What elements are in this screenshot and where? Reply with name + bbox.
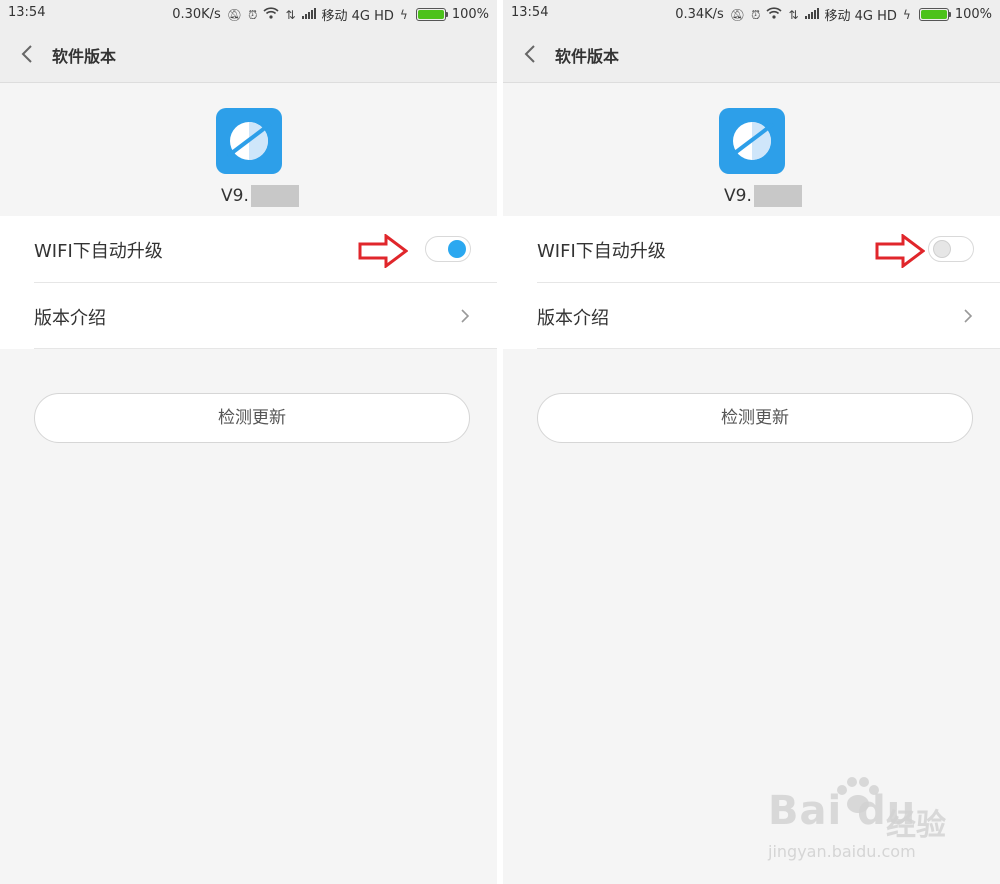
- title-bar: 软件版本: [0, 26, 497, 83]
- status-bar: 13:54 0.30K/s 🔕︎ ⏰︎ ⇅ 移动 4G HD ϟ 100%: [0, 0, 497, 26]
- wifi-auto-update-toggle[interactable]: [425, 236, 471, 262]
- carrier-label: 移动 4G HD: [321, 9, 394, 24]
- settings-list: WIFI下自动升级 版本介绍: [503, 216, 1000, 349]
- mute-icon: 🔕︎: [226, 7, 243, 22]
- charging-icon: ϟ: [902, 7, 911, 22]
- wifi-auto-update-label: WIFI下自动升级: [34, 241, 163, 262]
- mute-icon: 🔕︎: [729, 7, 746, 22]
- app-icon: [216, 108, 282, 174]
- network-speed: 0.34K/s: [675, 7, 724, 22]
- battery-icon: [918, 8, 951, 21]
- back-button[interactable]: [14, 40, 42, 68]
- data-transfer-icon: ⇅: [285, 7, 296, 22]
- carrier-label: 移动 4G HD: [824, 9, 897, 24]
- battery-percent: 100%: [954, 7, 992, 22]
- screen-wifi-on: 13:54 0.30K/s 🔕︎ ⏰︎ ⇅ 移动 4G HD ϟ 100% 软件…: [0, 0, 497, 884]
- version-label: V9.: [724, 184, 802, 208]
- red-arrow-icon: [358, 234, 408, 268]
- version-intro-row[interactable]: 版本介绍: [503, 283, 1000, 349]
- app-planet-icon: [729, 122, 775, 160]
- version-redaction: [753, 185, 802, 207]
- version-prefix: V9.: [221, 186, 249, 206]
- version-intro-label: 版本介绍: [537, 308, 609, 329]
- app-planet-icon: [226, 122, 272, 160]
- charging-icon: ϟ: [399, 7, 408, 22]
- wifi-icon: [263, 7, 279, 22]
- screen-wifi-off: 13:54 0.34K/s 🔕︎ ⏰︎ ⇅ 移动 4G HD ϟ 100% 软件…: [503, 0, 1000, 884]
- status-time: 13:54: [511, 5, 549, 20]
- wifi-auto-update-row[interactable]: WIFI下自动升级: [0, 216, 497, 282]
- status-time: 13:54: [8, 5, 46, 20]
- chevron-right-icon: [461, 309, 470, 323]
- back-arrow-icon: [21, 45, 32, 63]
- battery-icon: [415, 8, 448, 21]
- signal-icon: [804, 7, 819, 22]
- back-arrow-icon: [524, 45, 535, 63]
- wifi-auto-update-label: WIFI下自动升级: [537, 241, 666, 262]
- version-intro-row[interactable]: 版本介绍: [0, 283, 497, 349]
- signal-icon: [301, 7, 316, 22]
- version-prefix: V9.: [724, 186, 752, 206]
- toggle-knob: [933, 240, 951, 258]
- data-transfer-icon: ⇅: [788, 7, 799, 22]
- battery-percent: 100%: [451, 7, 489, 22]
- check-update-button[interactable]: 检测更新: [537, 393, 973, 443]
- settings-list: WIFI下自动升级 版本介绍: [0, 216, 497, 349]
- divider: [34, 348, 497, 349]
- version-redaction: [250, 185, 299, 207]
- wifi-auto-update-row[interactable]: WIFI下自动升级: [503, 216, 1000, 282]
- page-title: 软件版本: [555, 47, 620, 66]
- version-intro-label: 版本介绍: [34, 308, 106, 329]
- wifi-auto-update-toggle[interactable]: [928, 236, 974, 262]
- status-bar: 13:54 0.34K/s 🔕︎ ⏰︎ ⇅ 移动 4G HD ϟ 100%: [503, 0, 1000, 26]
- check-update-button[interactable]: 检测更新: [34, 393, 470, 443]
- wifi-icon: [766, 7, 782, 22]
- alarm-icon: ⏰︎: [751, 7, 761, 22]
- title-bar: 软件版本: [503, 26, 1000, 83]
- chevron-right-icon: [964, 309, 973, 323]
- network-speed: 0.30K/s: [172, 7, 221, 22]
- back-button[interactable]: [517, 40, 545, 68]
- page-title: 软件版本: [52, 47, 117, 66]
- app-icon: [719, 108, 785, 174]
- red-arrow-icon: [875, 234, 925, 268]
- version-label: V9.: [221, 184, 299, 208]
- divider: [537, 348, 1000, 349]
- alarm-icon: ⏰︎: [248, 7, 258, 22]
- toggle-knob: [448, 240, 466, 258]
